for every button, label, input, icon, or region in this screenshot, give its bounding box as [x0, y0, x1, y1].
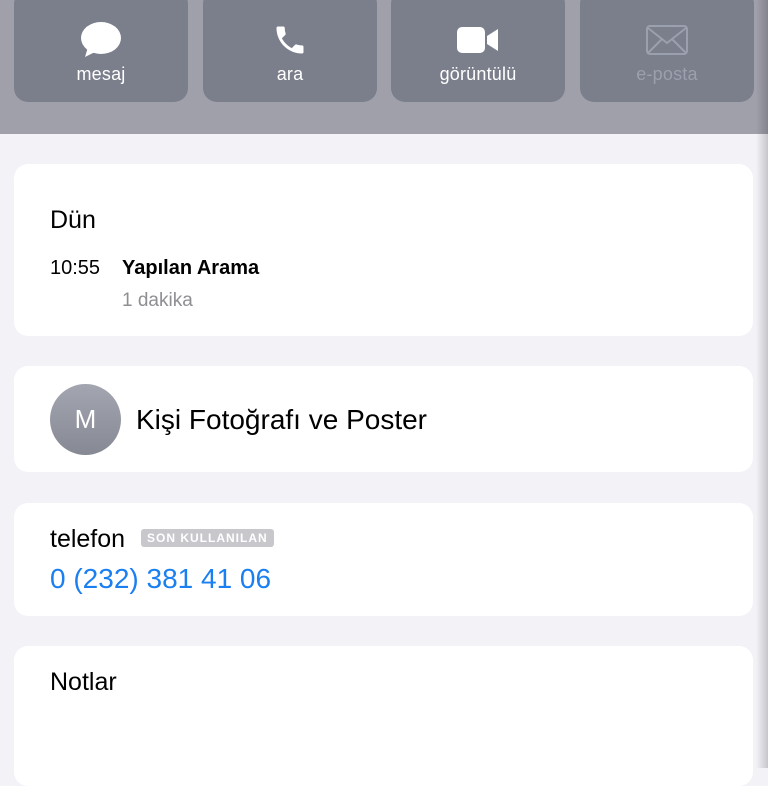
video-button-label: görüntülü	[439, 64, 517, 84]
recent-calls-card: Dün 10:55 Yapılan Arama 1 dakika	[14, 164, 753, 336]
email-button[interactable]: e-posta	[580, 0, 754, 102]
notes-card[interactable]: Notlar	[14, 646, 753, 786]
avatar: M	[50, 384, 121, 455]
call-duration: 1 dakika	[122, 290, 193, 311]
recent-calls-day: Dün	[50, 206, 96, 234]
email-button-label: e-posta	[636, 64, 698, 84]
last-used-badge: SON KULLANILAN	[141, 529, 274, 547]
envelope-icon	[645, 20, 689, 60]
avatar-initial: M	[74, 404, 97, 434]
phone-icon	[272, 20, 308, 60]
phone-number-link[interactable]: 0 (232) 381 41 06	[50, 563, 271, 595]
contact-photo-poster-label: Kişi Fotoğrafı ve Poster	[136, 404, 428, 435]
video-button[interactable]: görüntülü	[391, 0, 565, 102]
action-bar: mesaj ara görüntülü e-posta	[0, 0, 768, 134]
edge-shadow	[756, 0, 768, 768]
phone-card: telefon SON KULLANILAN 0 (232) 381 41 06	[14, 503, 753, 616]
call-button-label: ara	[276, 64, 304, 84]
contact-photo-poster-row[interactable]: M Kişi Fotoğrafı ve Poster	[14, 366, 753, 472]
call-button[interactable]: ara	[203, 0, 377, 102]
phone-label: telefon	[50, 525, 126, 553]
video-camera-icon	[455, 20, 501, 60]
call-time: 10:55	[50, 257, 101, 279]
notes-label: Notlar	[50, 668, 117, 696]
message-bubble-icon	[80, 20, 122, 60]
call-type: Yapılan Arama	[122, 257, 260, 279]
message-button[interactable]: mesaj	[14, 0, 188, 102]
message-button-label: mesaj	[76, 64, 126, 84]
